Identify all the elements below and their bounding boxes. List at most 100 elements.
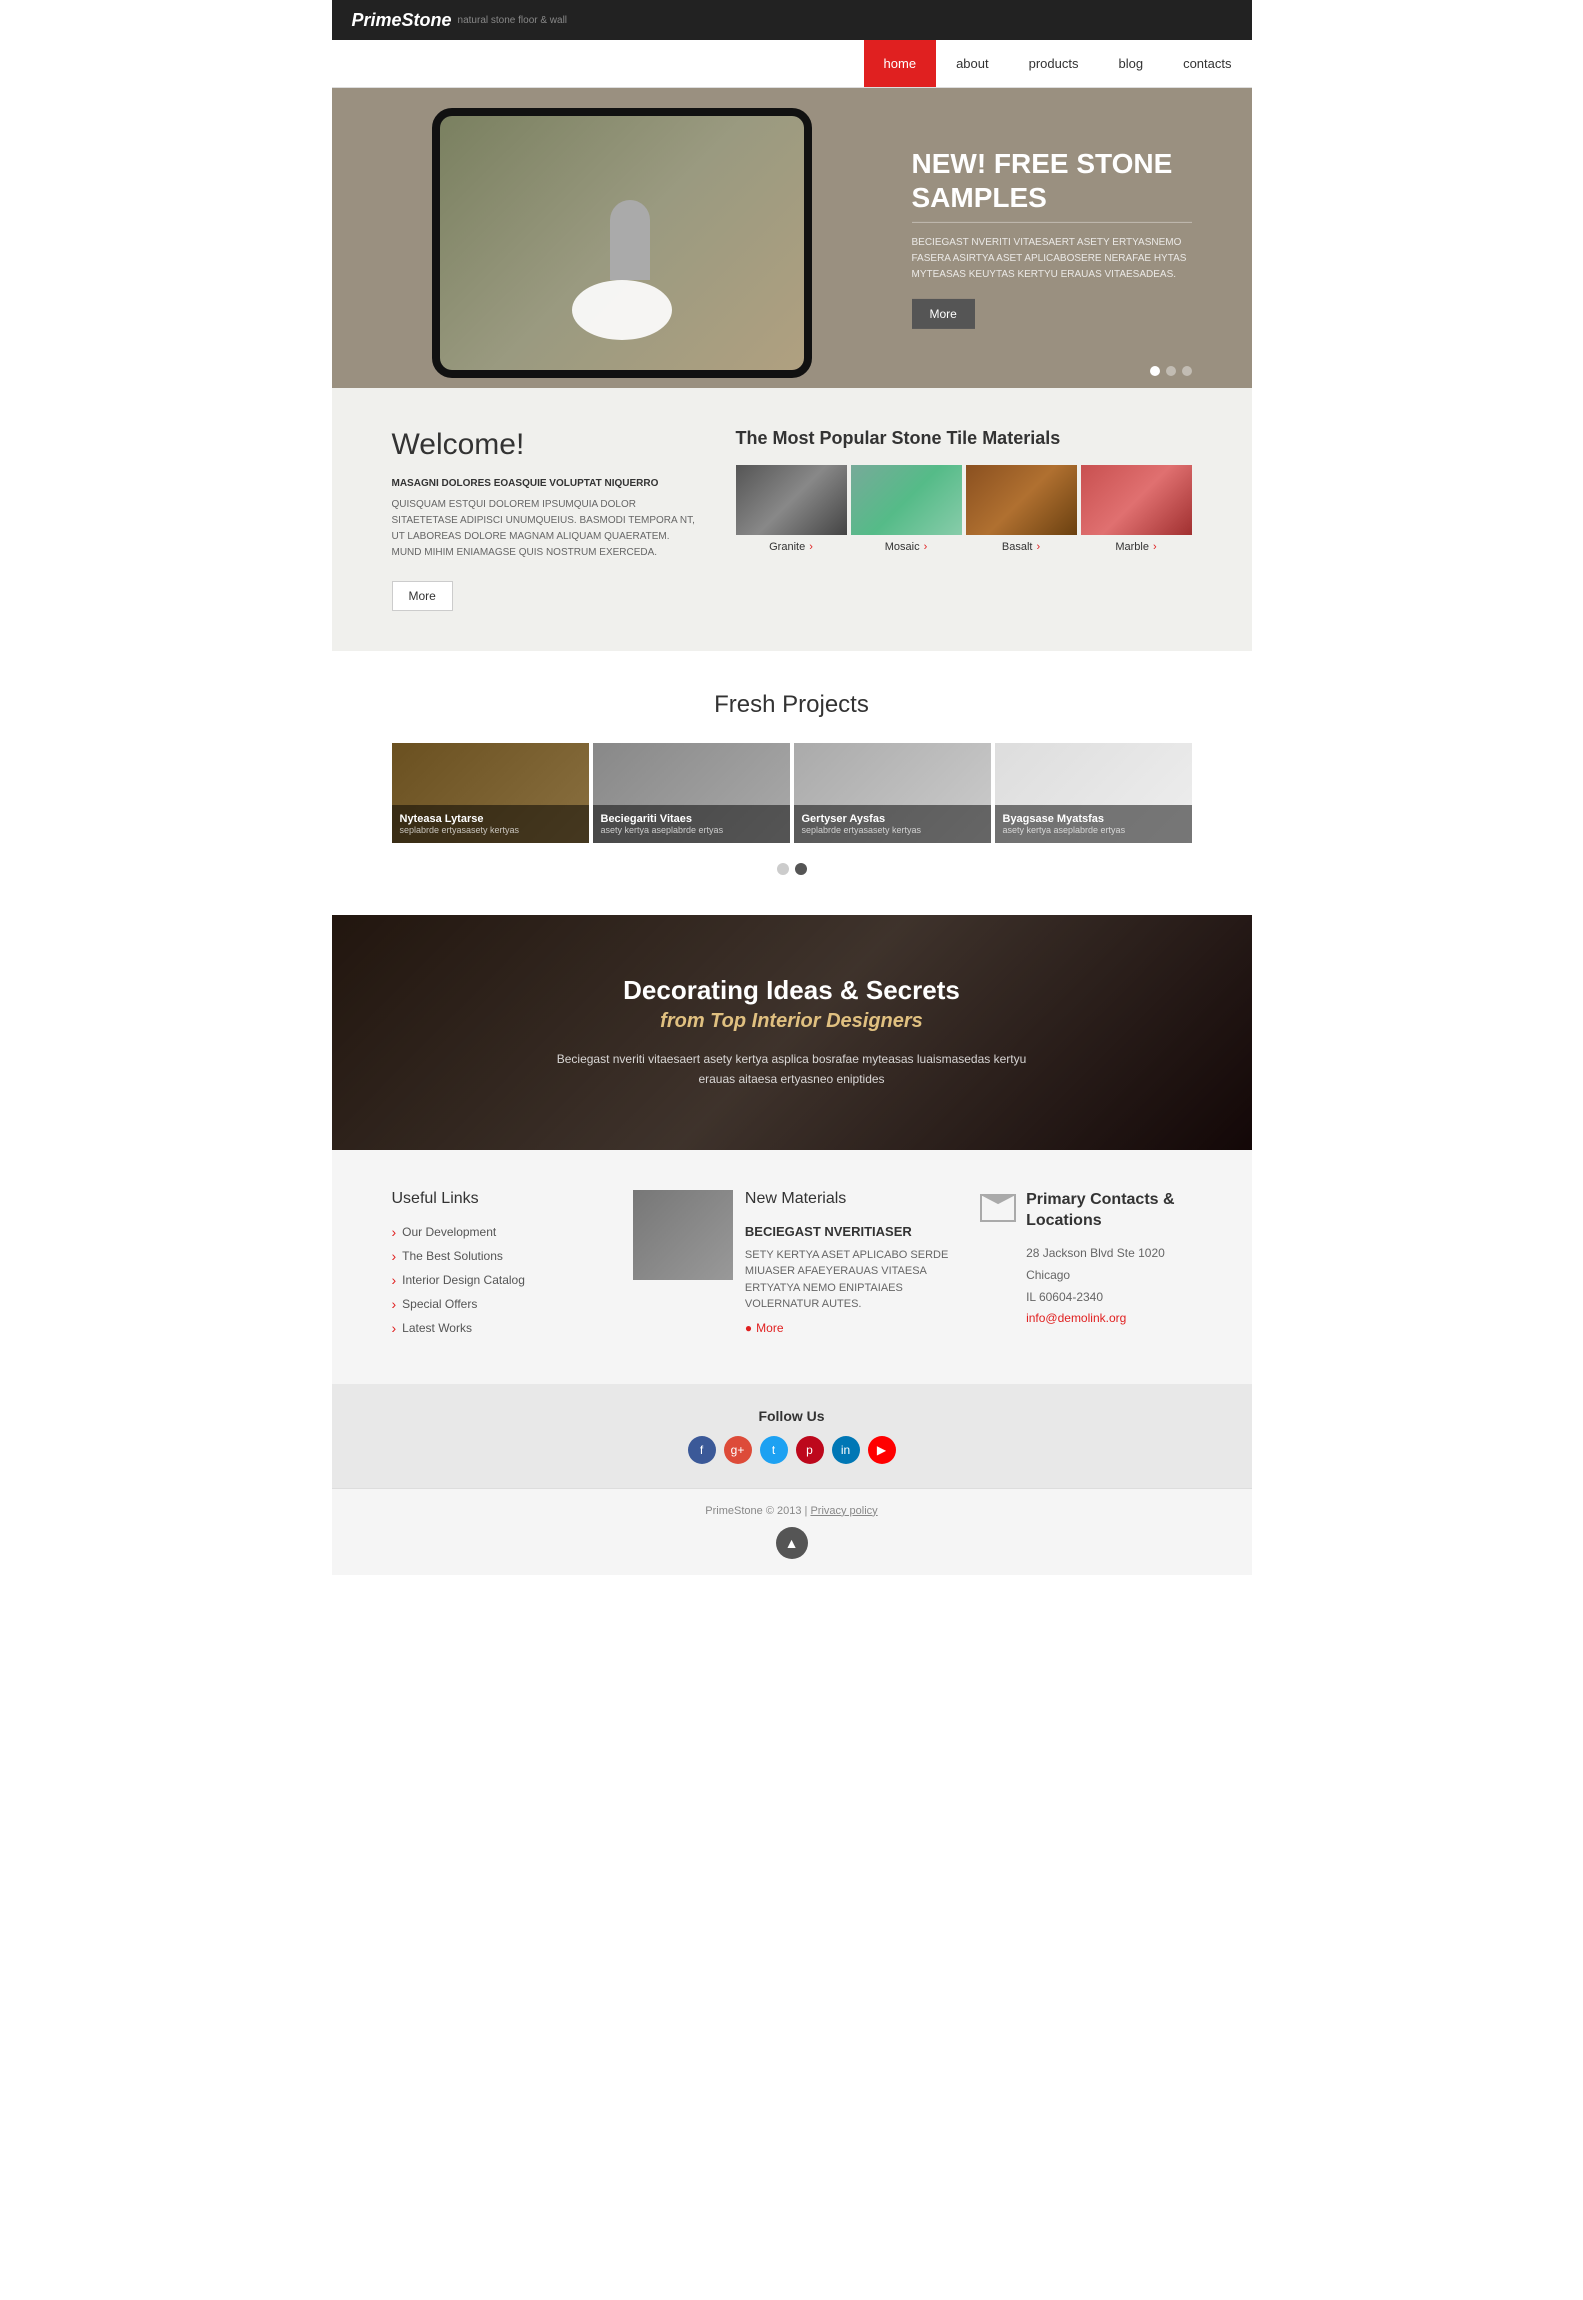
granite-image xyxy=(736,465,847,535)
more-icon: ● xyxy=(745,1321,752,1335)
mosaic-label: Mosaic› xyxy=(851,535,962,559)
new-materials-image xyxy=(633,1190,733,1280)
footer-link-2[interactable]: The Best Solutions xyxy=(392,1248,603,1264)
new-materials-title: New Materials xyxy=(745,1190,950,1208)
link-our-development[interactable]: Our Development xyxy=(402,1225,496,1239)
header: PrimeStone natural stone floor & wall xyxy=(332,0,1252,40)
link-latest-works[interactable]: Latest Works xyxy=(402,1321,472,1335)
deco-banner: Decorating Ideas & Secrets from Top Inte… xyxy=(332,915,1252,1150)
projects-grid: Nyteasa Lytarse seplabrde ertyasasety ke… xyxy=(392,743,1192,843)
stone-mosaic[interactable]: Mosaic› xyxy=(851,465,962,559)
follow-section: Follow Us f g+ t p in ▶ xyxy=(332,1384,1252,1488)
welcome-section: Welcome! MASAGNI DOLORES EOASQUIE VOLUPT… xyxy=(332,388,1252,651)
welcome-title: Welcome! xyxy=(392,428,696,462)
welcome-right: The Most Popular Stone Tile Materials Gr… xyxy=(736,428,1192,611)
footer-link-3[interactable]: Interior Design Catalog xyxy=(392,1272,603,1288)
stone-grid: Granite› Mosaic› Basalt› Marble› xyxy=(736,465,1192,559)
address-line3: IL 60604-2340 xyxy=(1026,1287,1191,1309)
project-1-desc: seplabrde ertyasasety kertyas xyxy=(400,825,581,835)
facebook-icon[interactable]: f xyxy=(688,1436,716,1464)
project-1-name: Nyteasa Lytarse xyxy=(400,813,581,825)
project-2[interactable]: Beciegariti Vitaes asety kertya aseplabr… xyxy=(593,743,790,843)
welcome-text: QUISQUAM ESTQUI DOLOREM IPSUMQUIA DOLOR … xyxy=(392,497,696,561)
useful-links-title: Useful Links xyxy=(392,1190,603,1208)
useful-links-col: Useful Links Our Development The Best So… xyxy=(392,1190,603,1344)
deco-title: Decorating Ideas & Secrets xyxy=(623,975,960,1006)
deco-text: Beciegast nveriti vitaesaert asety kerty… xyxy=(542,1049,1042,1090)
brand-tagline: natural stone floor & wall xyxy=(458,15,568,26)
nav-products[interactable]: products xyxy=(1009,40,1099,87)
twitter-icon[interactable]: t xyxy=(760,1436,788,1464)
contact-title: Primary Contacts & Locations xyxy=(1026,1190,1191,1232)
footer-link-1[interactable]: Our Development xyxy=(392,1224,603,1240)
welcome-left: Welcome! MASAGNI DOLORES EOASQUIE VOLUPT… xyxy=(392,428,696,611)
news-subtitle: BECIEGAST NVERITIASER xyxy=(745,1224,950,1239)
mosaic-image xyxy=(851,465,962,535)
brand-name: PrimeStone xyxy=(352,10,452,31)
deco-subtitle: from Top Interior Designers xyxy=(660,1010,923,1033)
nav-home[interactable]: home xyxy=(864,40,937,87)
new-materials-col: New Materials BECIEGAST NVERITIASER SETY… xyxy=(633,1190,950,1344)
news-text: SETY KERTYA ASET APLICABO SERDE MIUASER … xyxy=(745,1247,950,1313)
pinterest-icon[interactable]: p xyxy=(796,1436,824,1464)
welcome-more-button[interactable]: More xyxy=(392,581,453,611)
google-plus-icon[interactable]: g+ xyxy=(724,1436,752,1464)
youtube-icon[interactable]: ▶ xyxy=(868,1436,896,1464)
copyright: PrimeStone © 2013 | Privacy policy xyxy=(348,1505,1236,1517)
contact-email[interactable]: info@demolink.org xyxy=(1026,1311,1126,1325)
basalt-image xyxy=(966,465,1077,535)
footer-bottom: PrimeStone © 2013 | Privacy policy ▲ xyxy=(332,1488,1252,1575)
scroll-to-top-button[interactable]: ▲ xyxy=(776,1527,808,1559)
project-3[interactable]: Gertyser Aysfas seplabrde ertyasasety ke… xyxy=(794,743,991,843)
stone-basalt[interactable]: Basalt› xyxy=(966,465,1077,559)
stone-granite[interactable]: Granite› xyxy=(736,465,847,559)
stone-marble[interactable]: Marble› xyxy=(1081,465,1192,559)
main-nav: home about products blog contacts xyxy=(332,40,1252,88)
footer-top: Useful Links Our Development The Best So… xyxy=(332,1150,1252,1384)
project-2-name: Beciegariti Vitaes xyxy=(601,813,782,825)
hero-dot-1[interactable] xyxy=(1150,366,1160,376)
footer-link-5[interactable]: Latest Works xyxy=(392,1320,603,1336)
contacts-col: Primary Contacts & Locations 28 Jackson … xyxy=(980,1190,1191,1344)
project-4-name: Byagsase Myatsfas xyxy=(1003,813,1184,825)
project-1[interactable]: Nyteasa Lytarse seplabrde ertyasasety ke… xyxy=(392,743,589,843)
envelope-icon xyxy=(980,1194,1016,1222)
nav-about[interactable]: about xyxy=(936,40,1009,87)
projects-title: Fresh Projects xyxy=(392,691,1192,719)
project-3-overlay: Gertyser Aysfas seplabrde ertyasasety ke… xyxy=(794,805,991,843)
hero-divider xyxy=(912,222,1192,223)
link-best-solutions[interactable]: The Best Solutions xyxy=(402,1249,503,1263)
linkedin-icon[interactable]: in xyxy=(832,1436,860,1464)
footer-links-list: Our Development The Best Solutions Inter… xyxy=(392,1224,603,1336)
project-2-desc: asety kertya aseplabrde ertyas xyxy=(601,825,782,835)
project-2-overlay: Beciegariti Vitaes asety kertya aseplabr… xyxy=(593,805,790,843)
granite-label: Granite› xyxy=(736,535,847,559)
projects-dot-1[interactable] xyxy=(777,863,789,875)
contact-address: 28 Jackson Blvd Ste 1020 Chicago IL 6060… xyxy=(1026,1243,1191,1329)
nav-blog[interactable]: blog xyxy=(1099,40,1164,87)
hero-dot-2[interactable] xyxy=(1166,366,1176,376)
hero-content: NEW! FREE STONE SAMPLES BECIEGAST NVERIT… xyxy=(912,147,1192,329)
hero-more-button[interactable]: More xyxy=(912,299,975,329)
hero-title: NEW! FREE STONE SAMPLES xyxy=(912,147,1192,214)
footer-link-4[interactable]: Special Offers xyxy=(392,1296,603,1312)
project-3-name: Gertyser Aysfas xyxy=(802,813,983,825)
hero-dot-3[interactable] xyxy=(1182,366,1192,376)
nav-contacts[interactable]: contacts xyxy=(1163,40,1251,87)
link-special-offers[interactable]: Special Offers xyxy=(402,1297,477,1311)
logo: PrimeStone natural stone floor & wall xyxy=(352,10,568,31)
welcome-subtitle: MASAGNI DOLORES EOASQUIE VOLUPTAT NIQUER… xyxy=(392,478,696,489)
projects-section: Fresh Projects Nyteasa Lytarse seplabrde… xyxy=(332,651,1252,915)
project-3-desc: seplabrde ertyasasety kertyas xyxy=(802,825,983,835)
hero-tablet xyxy=(432,108,812,378)
news-more-link[interactable]: ● More xyxy=(745,1321,950,1335)
project-4[interactable]: Byagsase Myatsfas asety kertya aseplabrd… xyxy=(995,743,1192,843)
privacy-link[interactable]: Privacy policy xyxy=(810,1505,877,1517)
projects-dot-2[interactable] xyxy=(795,863,807,875)
link-interior-catalog[interactable]: Interior Design Catalog xyxy=(402,1273,525,1287)
popular-title: The Most Popular Stone Tile Materials xyxy=(736,428,1192,449)
basalt-label: Basalt› xyxy=(966,535,1077,559)
project-1-overlay: Nyteasa Lytarse seplabrde ertyasasety ke… xyxy=(392,805,589,843)
hero-section: NEW! FREE STONE SAMPLES BECIEGAST NVERIT… xyxy=(332,88,1252,388)
contacts-content: Primary Contacts & Locations 28 Jackson … xyxy=(980,1190,1191,1344)
